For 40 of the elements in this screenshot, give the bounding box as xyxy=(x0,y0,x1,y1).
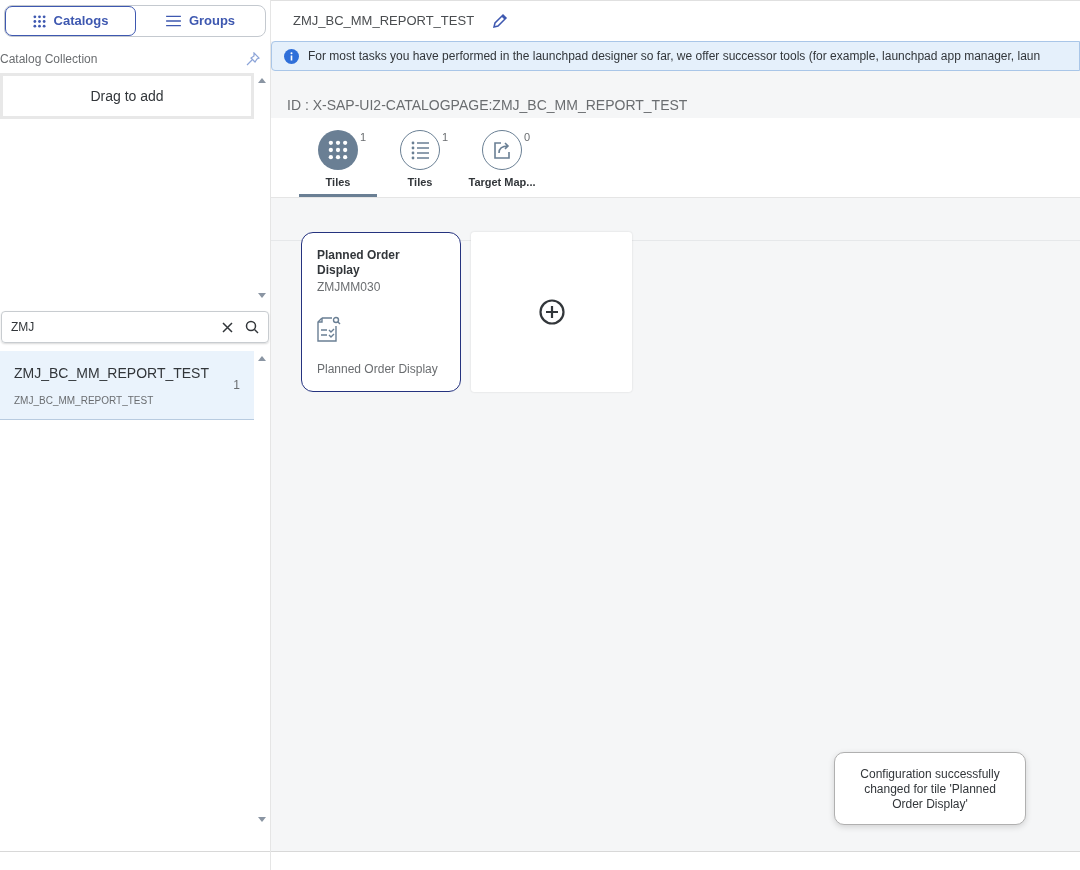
tab-count: 0 xyxy=(523,130,530,145)
info-icon xyxy=(284,48,299,64)
search-field[interactable]: ZMJ xyxy=(1,311,269,343)
page-title: ZMJ_BC_MM_REPORT_TEST xyxy=(293,12,475,31)
catalog-id: ID : X-SAP-UI2-CATALOGPAGE:ZMJ_BC_MM_REPORT_TEST xyxy=(287,96,688,115)
scroll-down-icon[interactable] xyxy=(258,817,266,822)
document-icon xyxy=(317,316,341,342)
share-icon xyxy=(492,140,512,160)
tab-count: 1 xyxy=(359,130,366,145)
item-count: 1 xyxy=(233,377,240,394)
list-icon xyxy=(410,140,430,160)
scroll-up-icon[interactable] xyxy=(258,78,266,83)
icon-tab[interactable]: 0 Target Map... xyxy=(463,117,541,197)
segment-button[interactable]: Groups xyxy=(136,6,265,36)
icon-tab[interactable]: 1 Tiles xyxy=(381,117,459,197)
add-icon xyxy=(538,299,565,325)
grid-icon xyxy=(328,140,348,160)
menu-icon xyxy=(165,15,181,27)
scroll-down-icon[interactable] xyxy=(258,293,266,298)
tile-title: Planned Order Display xyxy=(317,248,401,278)
tile-footer: Planned Order Display xyxy=(317,360,445,378)
add-tile[interactable] xyxy=(471,232,632,392)
section-title: Catalog Collection xyxy=(0,51,98,68)
grid-icon xyxy=(32,14,46,28)
segment-button[interactable]: Catalogs xyxy=(5,6,136,36)
icon-tab[interactable]: 1 Tiles xyxy=(299,117,377,197)
tab-count: 1 xyxy=(441,130,448,145)
toast-message: Configuration successfully changed for tile 'Planned Order Display' xyxy=(834,752,1026,825)
scroll-up-icon[interactable] xyxy=(258,356,266,361)
search-icon[interactable] xyxy=(245,320,259,334)
clear-icon[interactable] xyxy=(222,321,233,333)
pin-icon[interactable] xyxy=(246,52,260,66)
edit-icon[interactable] xyxy=(492,13,509,29)
tile-subtitle: ZMJMM030 xyxy=(317,279,382,296)
app-tile[interactable]: Planned Order Display ZMJMM030 Planned Order Display xyxy=(301,232,461,392)
item-subtitle: ZMJ_BC_MM_REPORT_TEST xyxy=(14,393,155,408)
info-message: For most tasks you have performed in the launchpad designer so far, we offer successor tools (for example, launchpad app manager, laun xyxy=(308,48,1041,65)
catalog-list-item[interactable]: ZMJ_BC_MM_REPORT_TEST ZMJ_BC_MM_REPORT_TEST 1 xyxy=(0,351,254,420)
drop-zone[interactable]: Drag to add xyxy=(0,73,254,119)
item-title: ZMJ_BC_MM_REPORT_TEST xyxy=(14,363,209,383)
